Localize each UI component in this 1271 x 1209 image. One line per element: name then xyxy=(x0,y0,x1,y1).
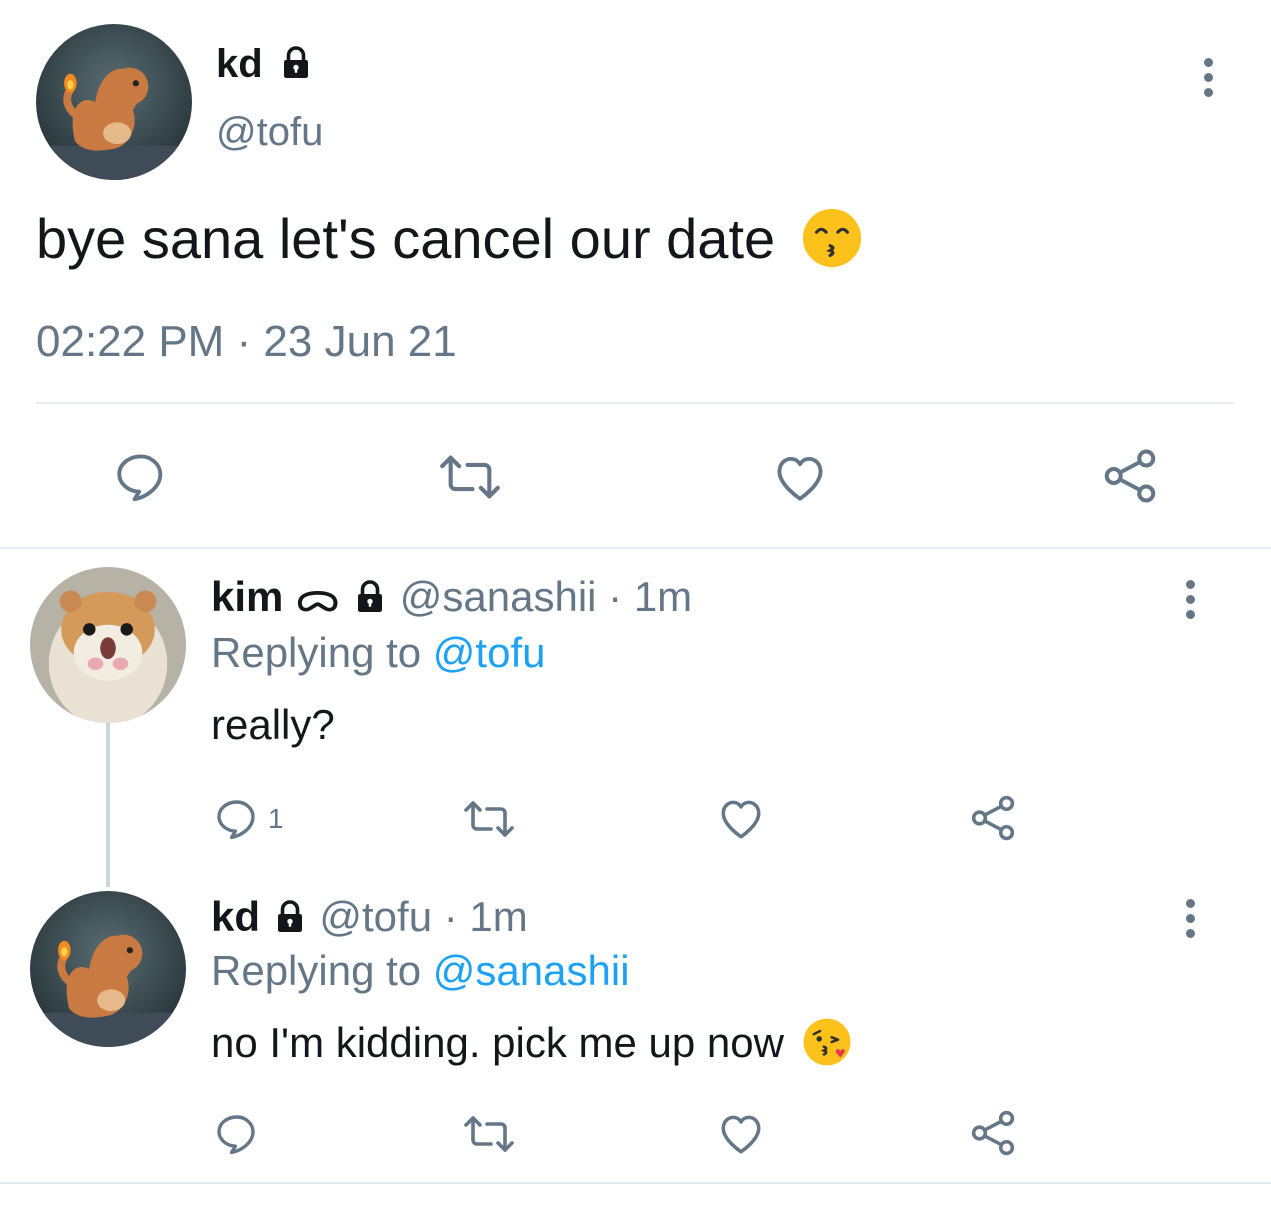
main-tweet-text: bye sana let's cancel our date xyxy=(36,207,863,271)
divider xyxy=(0,1182,1271,1184)
like-button[interactable] xyxy=(716,1108,766,1158)
retweet-icon xyxy=(440,455,500,499)
display-name[interactable]: kd xyxy=(211,893,260,940)
thread-line xyxy=(106,723,110,887)
lock-icon xyxy=(277,900,302,932)
reply-count: 1 xyxy=(268,803,284,834)
more-options-icon[interactable] xyxy=(1180,899,1200,938)
reply-header: kd @tofu · 1m xyxy=(211,892,528,942)
main-tweet-display-name[interactable]: kd xyxy=(216,40,314,88)
share-icon xyxy=(971,1110,1015,1156)
replying-to: Replying to @sanashii xyxy=(211,946,630,996)
handle[interactable]: @sanashii xyxy=(400,573,597,620)
reply-avatar-tofu[interactable] xyxy=(30,891,186,1047)
like-button[interactable] xyxy=(770,448,830,506)
tweet-text: bye sana let's cancel our date xyxy=(36,207,776,270)
share-button[interactable] xyxy=(968,793,1018,843)
share-icon xyxy=(971,795,1015,841)
like-icon xyxy=(721,1115,761,1154)
retweet-button[interactable] xyxy=(460,1110,518,1158)
more-options-icon[interactable] xyxy=(1198,58,1218,97)
replying-to-handle[interactable]: @sanashii xyxy=(433,947,630,994)
reply-icon xyxy=(217,1115,255,1155)
like-icon xyxy=(777,456,823,501)
handle[interactable]: @tofu xyxy=(319,893,432,940)
reply-text: no I'm kidding. pick me up now xyxy=(211,1018,852,1068)
reply-text: really? xyxy=(211,701,335,748)
main-tweet-handle[interactable]: @tofu xyxy=(216,108,323,156)
tweet-age: · 1m xyxy=(608,573,693,620)
share-icon xyxy=(1104,449,1156,503)
tweet-age: · 1m xyxy=(443,893,528,940)
like-icon xyxy=(721,800,761,839)
kissing-face-with-smiling-eyes-icon xyxy=(802,209,861,268)
reply-icon xyxy=(217,800,255,840)
replying-label: Replying to xyxy=(211,629,422,676)
retweet-icon xyxy=(464,801,514,837)
retweet-button[interactable] xyxy=(436,448,504,506)
share-button[interactable] xyxy=(968,1108,1018,1158)
name-symbol: ᯅ xyxy=(295,573,341,620)
retweet-button[interactable] xyxy=(460,795,518,843)
replying-to-handle[interactable]: @tofu xyxy=(433,629,546,676)
reply-button[interactable] xyxy=(112,448,170,506)
lock-icon xyxy=(358,580,383,612)
divider xyxy=(0,547,1271,549)
display-name: kd xyxy=(216,42,263,86)
more-options-icon[interactable] xyxy=(1180,580,1200,619)
face-blowing-a-kiss-icon xyxy=(803,1018,851,1066)
share-button[interactable] xyxy=(1100,446,1160,506)
main-tweet-avatar[interactable] xyxy=(36,24,192,180)
like-button[interactable] xyxy=(716,793,766,843)
replying-label: Replying to xyxy=(211,947,422,994)
replying-to: Replying to @tofu xyxy=(211,628,546,678)
reply-icon xyxy=(117,454,163,502)
lock-icon xyxy=(283,46,308,79)
retweet-icon xyxy=(464,1116,514,1152)
reply-avatar-sanashii[interactable] xyxy=(30,567,186,723)
main-tweet-timestamp[interactable]: 02:22 PM · 23 Jun 21 xyxy=(36,316,457,368)
reply-header: kim ᯅ @sanashii · 1m xyxy=(211,572,692,622)
divider xyxy=(36,402,1234,404)
tweet-text: no I'm kidding. pick me up now xyxy=(211,1019,784,1066)
reply-button[interactable] xyxy=(212,1110,270,1158)
reply-button[interactable]: 1 xyxy=(212,795,284,843)
display-name[interactable]: kim xyxy=(211,573,283,620)
